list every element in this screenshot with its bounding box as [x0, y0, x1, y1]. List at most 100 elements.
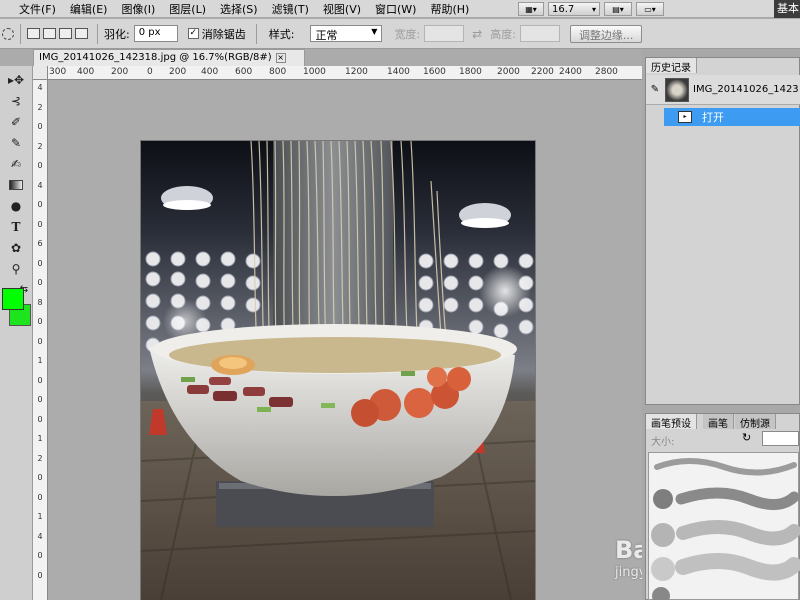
screen-mode-dropdown[interactable]: ▭▾: [636, 2, 664, 16]
ruler-label: 300: [49, 67, 67, 77]
arrange-documents-dropdown[interactable]: ▤▾: [604, 2, 632, 16]
workspace-switcher-button[interactable]: 基本: [774, 0, 800, 18]
type-tool-icon[interactable]: T: [4, 217, 28, 236]
toolbox: ▸✥ ⊰ ✐ ✎ ✍ ● T ✿ ⚲ ⇆: [0, 66, 33, 600]
refine-edge-button[interactable]: 调整边缘...: [569, 24, 643, 43]
ruler-label: 200: [111, 67, 129, 77]
ruler-label: 0: [37, 473, 43, 482]
ruler-label: 0: [147, 67, 153, 77]
brush-icon[interactable]: ✎: [648, 84, 662, 95]
ruler-label: 0: [37, 336, 43, 346]
shape-tool-icon[interactable]: ✿: [4, 238, 28, 257]
ruler-label: 1: [37, 434, 43, 443]
ruler-label: 4: [37, 180, 43, 190]
move-tool-icon[interactable]: ▸✥: [4, 70, 28, 89]
feather-label: 羽化:: [104, 27, 130, 41]
brush-size-label: 大小:: [651, 437, 675, 448]
menu-filter[interactable]: 滤镜(T): [265, 1, 316, 17]
width-input: [424, 25, 465, 42]
noodle-bowl-photo: [141, 141, 535, 600]
divider: [255, 23, 257, 44]
menu-view[interactable]: 视图(V): [316, 1, 368, 17]
divider: [97, 23, 98, 44]
add-to-selection-icon[interactable]: [43, 28, 56, 39]
menu-select[interactable]: 选择(S): [213, 1, 265, 17]
menu-edit[interactable]: 编辑(E): [63, 1, 115, 17]
horizontal-ruler[interactable]: 300 400 200 0 200 400 600 800 1000 1200 …: [48, 66, 642, 80]
menu-file[interactable]: 文件(F): [12, 1, 63, 17]
history-brush-tool-icon[interactable]: ✍: [4, 154, 28, 173]
ruler-label: 6: [37, 239, 43, 248]
chevron-down-icon: ▾: [591, 4, 596, 14]
document-icon: ▸: [678, 111, 692, 123]
gradient-tool-icon[interactable]: [4, 175, 28, 194]
brush-strokes-preview: [651, 458, 800, 600]
ruler-origin[interactable]: [33, 66, 48, 80]
ruler-label: 0: [37, 122, 43, 131]
ruler-label: 2000: [497, 67, 520, 77]
ruler-label: 1: [37, 512, 43, 521]
history-step[interactable]: ▸ 打开: [646, 108, 800, 126]
tab-brush-presets[interactable]: 画笔预设: [646, 414, 697, 430]
brush-tool-icon[interactable]: ✎: [4, 133, 28, 152]
ruler-label: 0: [37, 317, 43, 326]
brush-preset-panel: 画笔预设 画笔 仿制源 大小: ↻: [645, 413, 800, 600]
style-label: 样式:: [268, 27, 295, 41]
ruler-label: 0: [37, 395, 43, 404]
ruler-label: 0: [37, 278, 43, 287]
marquee-tool-preset-icon[interactable]: [2, 27, 14, 40]
ruler-label: 0: [37, 161, 43, 170]
tab-history[interactable]: 历史记录: [646, 58, 697, 74]
antialias-checkbox[interactable]: ✓: [187, 28, 199, 39]
ruler-label: 1800: [459, 67, 482, 77]
ruler-label: 0: [37, 258, 43, 268]
document-tab[interactable]: IMG_20141026_142318.jpg @ 16.7%(RGB/8#) ×: [33, 49, 305, 66]
menu-window[interactable]: 窗口(W): [368, 1, 423, 17]
ruler-label: 1200: [345, 67, 368, 77]
snapshot-name: IMG_20141026_1423: [693, 84, 799, 95]
ruler-label: 0: [37, 551, 43, 560]
menu-image[interactable]: 图像(I): [114, 1, 162, 17]
brush-preset-list[interactable]: [648, 452, 800, 600]
ruler-label: 0: [37, 219, 43, 229]
tab-brush[interactable]: 画笔: [703, 414, 734, 430]
lasso-tool-icon[interactable]: ⊰: [4, 91, 28, 110]
snapshot-thumbnail: [665, 77, 689, 102]
ruler-label: 1400: [387, 67, 410, 77]
menu-layer[interactable]: 图层(L): [162, 1, 213, 17]
vertical-ruler[interactable]: 4 2 0 2 0 4 0 0 6 0 0 8 0 0 1 0 0 0 1 2 0 0 1 4 0 0: [33, 80, 48, 600]
burn-tool-icon[interactable]: ●: [4, 196, 28, 215]
eyedropper-tool-icon[interactable]: ✐: [4, 112, 28, 131]
document-image[interactable]: [141, 141, 535, 600]
height-input: [519, 25, 560, 42]
new-selection-icon[interactable]: [27, 28, 40, 39]
intersect-selection-icon[interactable]: [75, 28, 88, 39]
zoom-level-dropdown[interactable]: 16.7 ▾: [548, 2, 600, 16]
document-title: IMG_20141026_142318.jpg @ 16.7%(RGB/8#): [39, 52, 272, 63]
reset-brush-size-icon[interactable]: ↻: [742, 431, 751, 444]
close-icon[interactable]: ×: [275, 53, 286, 63]
foreground-color-swatch[interactable]: [2, 288, 24, 310]
ruler-label: 0: [37, 414, 43, 424]
feather-input[interactable]: 0 px: [133, 25, 178, 42]
history-snapshot[interactable]: ✎ IMG_20141026_1423: [646, 75, 800, 105]
view-extras-dropdown[interactable]: ▦▾: [518, 2, 544, 16]
ruler-label: 2: [37, 141, 43, 151]
ruler-label: 8: [37, 297, 43, 307]
ruler-label: 2400: [559, 67, 582, 77]
height-label: 高度:: [490, 27, 516, 41]
ruler-label: 600: [235, 67, 253, 77]
style-select[interactable]: 正常 ▼: [310, 25, 383, 42]
width-label: 宽度:: [394, 27, 421, 41]
ruler-label: 0: [37, 375, 43, 385]
subtract-from-selection-icon[interactable]: [59, 28, 72, 39]
brush-size-input[interactable]: [762, 431, 799, 446]
menu-help[interactable]: 帮助(H): [423, 1, 476, 17]
history-panel: 历史记录 ✎ IMG_20141026_1423 ▸ 打开: [645, 57, 800, 405]
zoom-tool-icon[interactable]: ⚲: [4, 259, 28, 278]
ruler-label: 0: [37, 570, 43, 580]
tab-clone-source[interactable]: 仿制源: [735, 414, 776, 430]
ruler-label: 400: [77, 67, 95, 77]
ruler-label: 1: [37, 356, 43, 365]
divider: [20, 23, 21, 44]
